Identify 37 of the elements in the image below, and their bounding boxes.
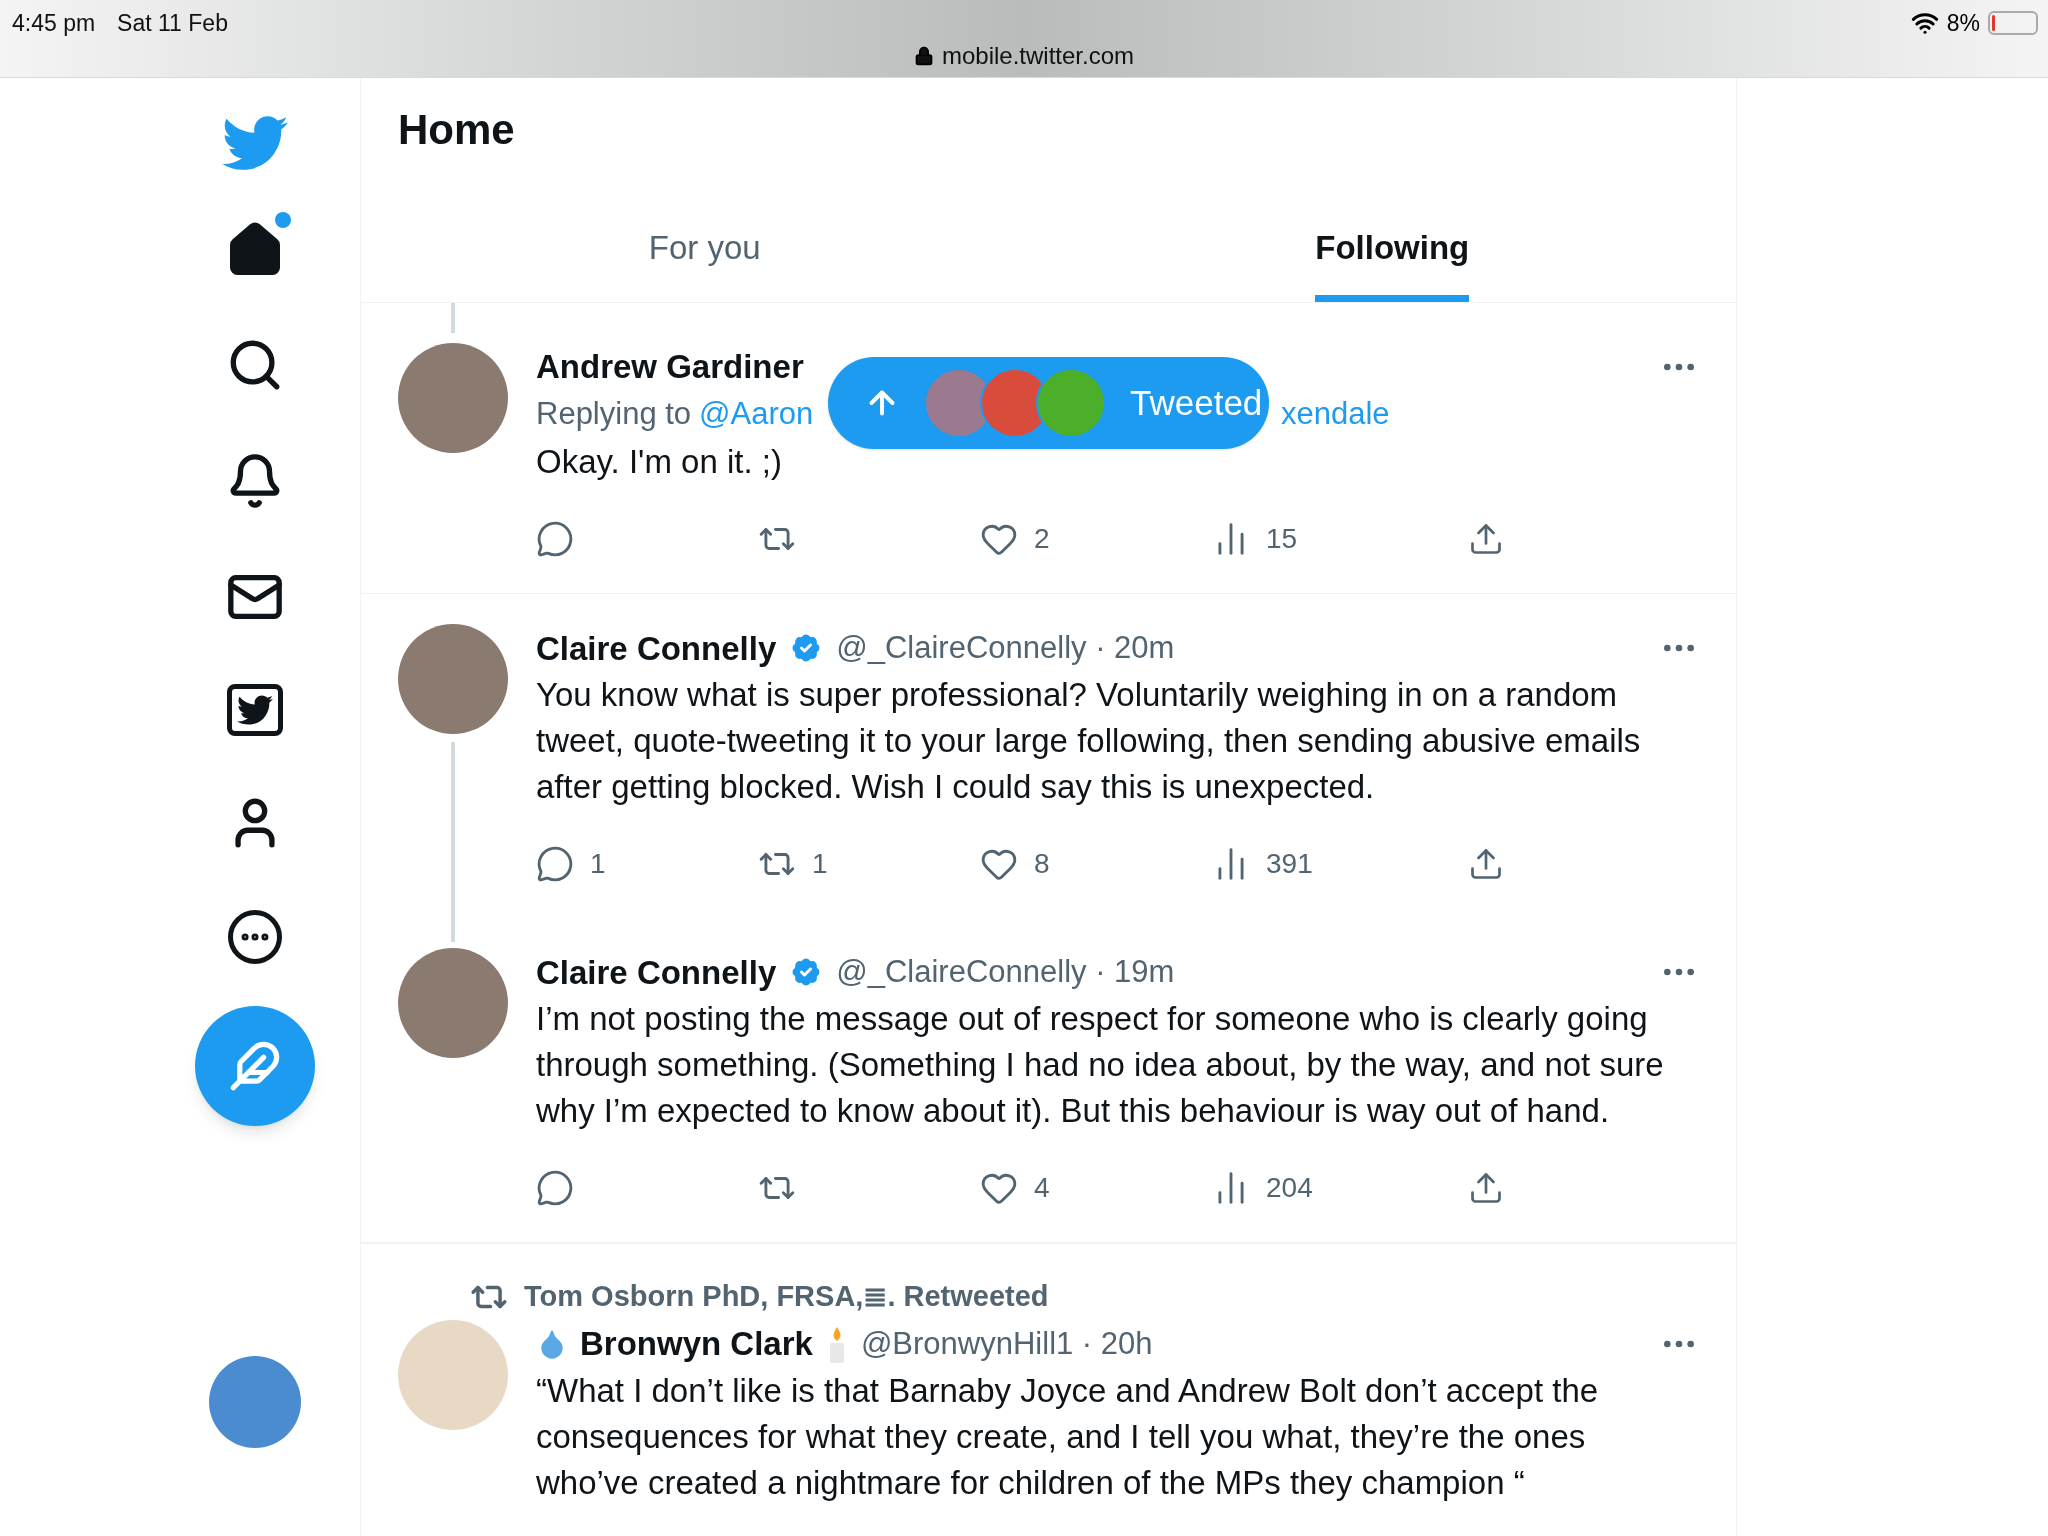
feed-tab[interactable]: Following	[1048, 180, 1736, 302]
feed-tab[interactable]: For you	[361, 180, 1049, 302]
more-icon[interactable]	[228, 910, 282, 964]
stat-count: 391	[1266, 847, 1313, 882]
retweeted-by[interactable]: Tom Osborn PhD, FRSA,≣. Retweeted	[524, 1275, 1049, 1319]
author-name[interactable]: Claire Connelly	[536, 623, 777, 674]
url-text[interactable]: mobile.twitter.com	[941, 38, 1135, 74]
stat-count: 2	[1034, 521, 1050, 556]
page-title: Home	[398, 104, 515, 155]
author-name[interactable]: Bronwyn Clark	[580, 1319, 813, 1369]
handle-and-time: @_ClaireConnelly · 20m	[836, 629, 1175, 668]
stat-count: 4	[1034, 1171, 1050, 1206]
reply-icon[interactable]	[536, 1169, 574, 1208]
stat-count: 1	[590, 847, 606, 882]
battery-icon	[1988, 11, 2038, 36]
toast-label: Tweeted	[1130, 381, 1263, 424]
date: Sat 11 Feb	[117, 9, 228, 38]
handle-and-time: @_ClaireConnelly · 19m	[836, 953, 1175, 992]
feather-icon	[229, 1040, 281, 1092]
reply-icon[interactable]	[536, 519, 574, 558]
tweet-text: I’m not posting the message out of respect for someone who is clearly going through something. (Something I had no idea about, by the way, and not sure why I’m expected to know about it). But this behaviour is way out of hand.	[536, 999, 1665, 1132]
tweet-text: You know what is super professional? Voluntarily weighing in on a random tweet, quote-tweeting it to your large following, then sending abusive emails after getting blocked. Wish I could say this is unexpected.	[536, 675, 1642, 808]
stat-count: 1	[812, 847, 828, 882]
stat-count: 8	[1034, 847, 1050, 882]
stat-count: 204	[1266, 1171, 1313, 1206]
tweet-text: Okay. I'm on it. ;)	[536, 441, 783, 482]
reply-icon[interactable]	[536, 845, 574, 884]
stat-count: 15	[1266, 521, 1298, 556]
lock-icon	[913, 46, 934, 66]
handle-and-time: @BronwynHill1 · 20h	[860, 1324, 1153, 1363]
tweet-text: “What I don’t like is that Barnaby Joyce and Andrew Bolt don’t accept the consequences for what they create, and I tell you what, they’re the ones who’ve created a nightmare for children of the MPs they champion “	[536, 1371, 1600, 1503]
battery-percent: 8%	[1946, 9, 1980, 38]
replying-to-label: Replying to	[536, 395, 692, 434]
author-name[interactable]: Andrew Gardiner	[536, 341, 804, 392]
bird-square-icon[interactable]	[227, 684, 283, 736]
clock: 4:45 pm	[12, 9, 96, 38]
author-name[interactable]: Claire Connelly	[536, 947, 777, 998]
